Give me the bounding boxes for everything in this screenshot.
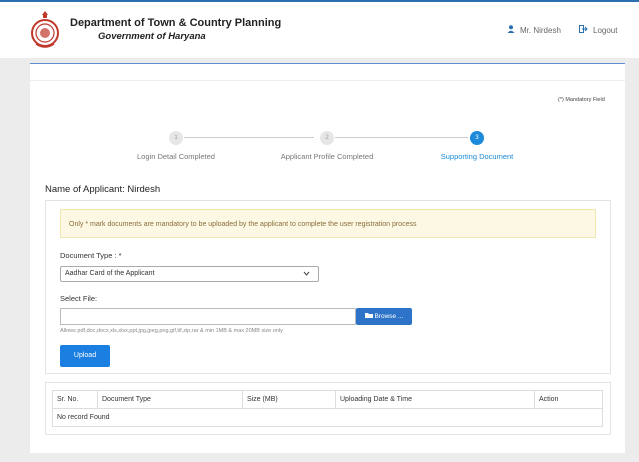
column-header: Document Type xyxy=(97,390,243,409)
column-header: Size (MB) xyxy=(242,390,336,409)
step-1-label: Login Detail Completed xyxy=(137,152,215,161)
department-title: Department of Town & Country Planning xyxy=(70,17,282,29)
user-name: Mr. Nirdesh xyxy=(520,25,561,35)
step-2-label: Applicant Profile Completed xyxy=(280,152,374,161)
government-subtitle: Government of Haryana xyxy=(98,31,206,42)
table-header-row: Sr. No. Document Type Size (MB) Uploadin… xyxy=(52,390,603,409)
step-2-circle: 2 xyxy=(320,131,334,145)
panel-top-border xyxy=(30,63,625,64)
documents-table: Sr. No. Document Type Size (MB) Uploadin… xyxy=(52,390,603,427)
documents-table-container: Sr. No. Document Type Size (MB) Uploadin… xyxy=(45,382,611,435)
document-type-value: Aadhar Card of the Applicant xyxy=(65,270,155,277)
step-connector xyxy=(335,137,468,138)
browse-label: Browse ... xyxy=(374,313,404,320)
document-type-label: Document Type : * xyxy=(60,251,122,260)
step-connector xyxy=(184,137,314,138)
empty-table-message: No record Found xyxy=(52,408,603,427)
select-file-label: Select File: xyxy=(60,294,98,303)
upload-form: Only * mark documents are mandatory to b… xyxy=(45,200,611,374)
user-icon xyxy=(507,25,515,35)
logout-link[interactable]: Logout xyxy=(579,25,617,35)
browse-button[interactable]: Browse ... xyxy=(356,308,412,325)
panel-divider xyxy=(30,80,625,81)
folder-open-icon xyxy=(364,313,375,320)
allowed-file-types-note: Allows pdf,doc,docx,xls,xlsx,ppt,jpg,jpe… xyxy=(60,328,283,334)
step-1-circle: 1 xyxy=(169,131,183,145)
column-header: Sr. No. xyxy=(52,390,98,409)
upload-button[interactable]: Upload xyxy=(60,345,110,367)
logout-label: Logout xyxy=(593,25,618,35)
applicant-name: Name of Applicant: Nirdesh xyxy=(45,184,161,195)
user-menu[interactable]: Mr. Nirdesh xyxy=(507,25,561,35)
info-alert: Only * mark documents are mandatory to b… xyxy=(60,209,596,238)
mandatory-field-note: (*) Mandatory Field xyxy=(558,97,605,103)
step-3-circle: 3 xyxy=(470,131,484,145)
step-3-label: Supporting Document xyxy=(440,152,514,161)
column-header: Uploading Date & Time xyxy=(335,390,535,409)
site-header: Department of Town & Country Planning Go… xyxy=(0,2,639,58)
document-type-select[interactable]: Aadhar Card of the Applicant xyxy=(60,266,319,282)
logout-icon xyxy=(579,25,588,35)
main-panel: (*) Mandatory Field 1 2 3 Login Detail C… xyxy=(30,63,625,453)
table-row: No record Found xyxy=(52,408,603,427)
file-path-input[interactable] xyxy=(60,308,356,325)
haryana-emblem-logo xyxy=(30,10,60,52)
chevron-down-icon xyxy=(303,267,310,287)
column-header: Action xyxy=(534,390,603,409)
